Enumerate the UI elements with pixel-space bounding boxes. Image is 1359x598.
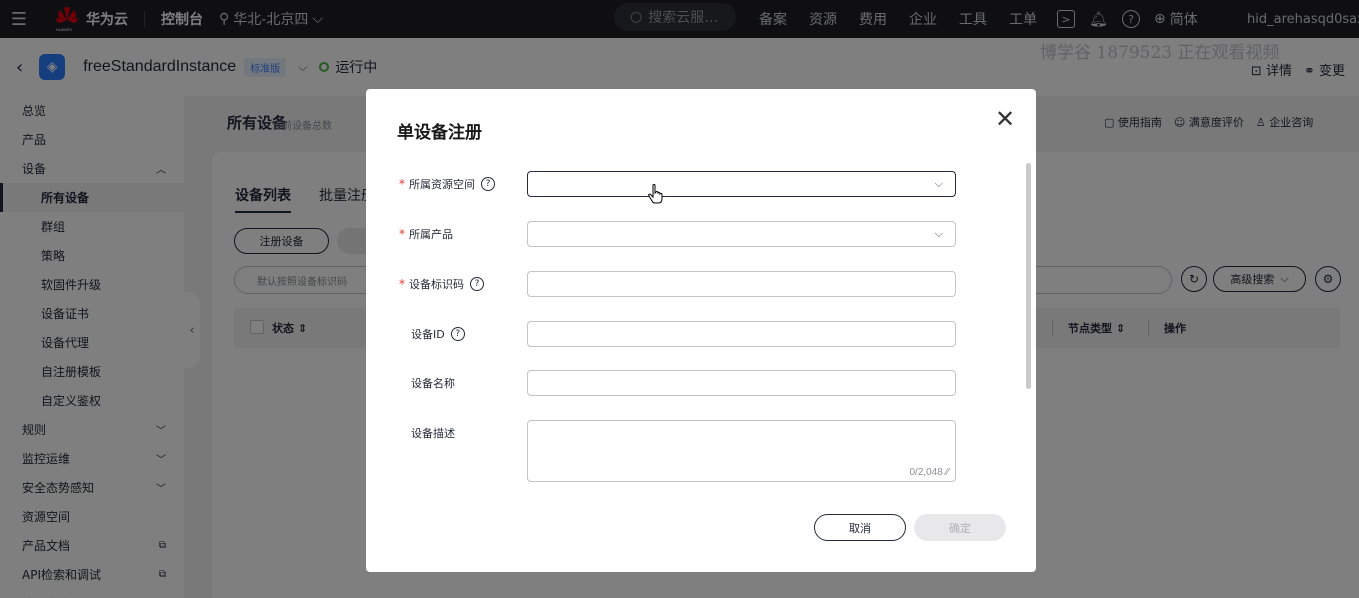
- required-asterisk: *: [399, 177, 405, 191]
- required-asterisk: *: [399, 227, 405, 241]
- dialog-scrollbar[interactable]: [1026, 163, 1031, 389]
- chevron-down-icon: ⌵: [934, 227, 943, 240]
- char-counter: 0/2,048 ⁄⁄: [909, 467, 950, 478]
- description-textarea[interactable]: 0/2,048 ⁄⁄: [527, 420, 956, 482]
- device-name-input[interactable]: [527, 370, 956, 396]
- help-question-icon[interactable]: ?: [470, 277, 484, 291]
- device-id-input[interactable]: [527, 321, 956, 347]
- help-question-icon[interactable]: ?: [481, 177, 495, 191]
- register-device-dialog: 单设备注册 ✕ * 所属资源空间 ? ⌵ * 所属产品 ⌵ * 设备标识码 ? …: [366, 89, 1036, 572]
- hand-cursor-icon: [648, 184, 664, 207]
- field-device-id-label: 设备ID ?: [411, 321, 465, 347]
- help-question-icon[interactable]: ?: [450, 327, 465, 341]
- resource-space-select[interactable]: ⌵: [527, 171, 956, 197]
- chevron-down-icon: ⌵: [934, 177, 943, 190]
- cancel-button[interactable]: 取消: [814, 514, 906, 541]
- field-product-label: * 所属产品: [399, 227, 453, 241]
- product-select[interactable]: ⌵: [527, 221, 956, 247]
- close-icon[interactable]: ✕: [995, 107, 1015, 131]
- confirm-button[interactable]: 确定: [914, 514, 1006, 541]
- field-resource-space-label: * 所属资源空间 ?: [399, 171, 495, 197]
- field-device-name-label: 设备名称: [411, 377, 455, 390]
- dialog-title: 单设备注册: [397, 123, 482, 143]
- field-description-label: 设备描述: [411, 427, 455, 440]
- resize-handle-icon: ⁄⁄: [945, 467, 949, 478]
- field-node-id-label: * 设备标识码 ?: [399, 271, 484, 297]
- required-asterisk: *: [399, 277, 405, 291]
- node-id-input[interactable]: [527, 271, 956, 297]
